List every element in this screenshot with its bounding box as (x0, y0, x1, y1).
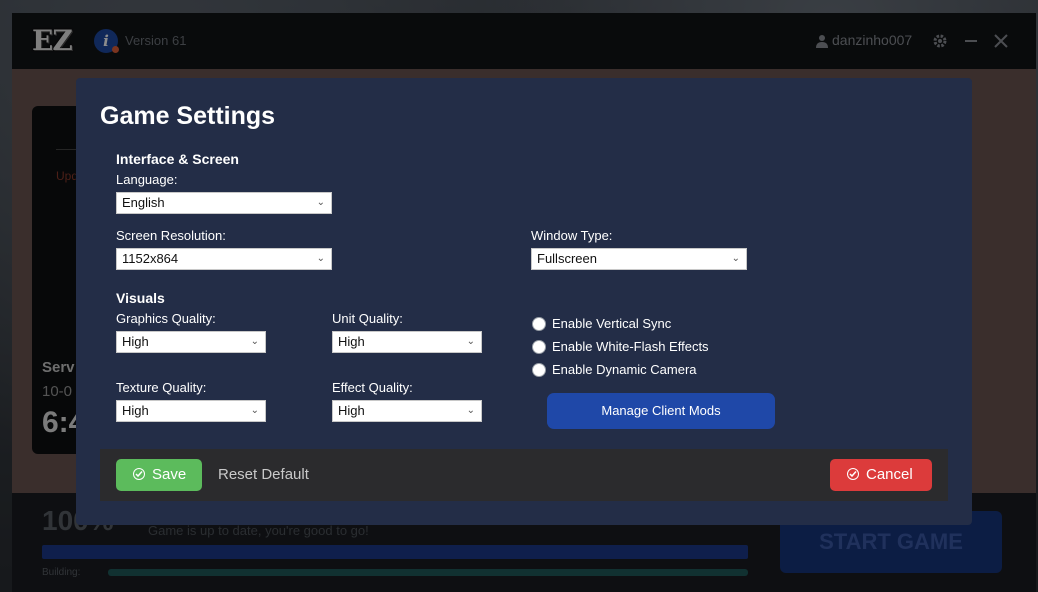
unit-quality-select[interactable]: High ⌄ (332, 331, 482, 353)
window-type-select[interactable]: Fullscreen ⌄ (531, 248, 747, 270)
chevron-down-icon: ⌄ (250, 405, 259, 416)
dynamic-camera-radio[interactable] (532, 363, 546, 377)
manage-client-mods-button[interactable]: Manage Client Mods (547, 393, 775, 429)
dialog-footer: Save Reset Default Cancel (100, 449, 948, 501)
graphics-quality-label: Graphics Quality: (116, 311, 216, 326)
effect-quality-label: Effect Quality: (332, 380, 413, 395)
resolution-select[interactable]: 1152x864 ⌄ (116, 248, 332, 270)
resolution-value: 1152x864 (122, 251, 179, 266)
dynamic-camera-label: Enable Dynamic Camera (552, 362, 697, 377)
chevron-down-icon: ⌄ (316, 197, 325, 208)
graphics-quality-select[interactable]: High ⌄ (116, 331, 266, 353)
chevron-down-icon: ⌄ (316, 253, 325, 264)
white-flash-radio[interactable] (532, 340, 546, 354)
language-label: Language: (116, 172, 178, 187)
effect-quality-value: High (338, 403, 365, 418)
save-label: Save (152, 466, 187, 483)
game-settings-dialog: Game Settings Interface & Screen Languag… (76, 78, 972, 525)
reset-default-button[interactable]: Reset Default (218, 466, 309, 483)
cancel-button[interactable]: Cancel (830, 459, 932, 491)
check-circle-icon (133, 468, 145, 480)
language-select[interactable]: English ⌄ (116, 192, 332, 214)
window-type-label: Window Type: (531, 228, 613, 243)
texture-quality-value: High (122, 403, 149, 418)
section-visuals: Visuals (116, 290, 165, 306)
cancel-label: Cancel (866, 466, 913, 483)
chevron-down-icon: ⌄ (250, 336, 259, 347)
chevron-down-icon: ⌄ (466, 336, 475, 347)
effect-quality-select[interactable]: High ⌄ (332, 400, 482, 422)
dialog-title: Game Settings (100, 102, 276, 130)
unit-quality-value: High (338, 334, 365, 349)
vertical-sync-radio[interactable] (532, 317, 546, 331)
save-button[interactable]: Save (116, 459, 202, 491)
resolution-label: Screen Resolution: (116, 228, 226, 243)
cancel-circle-icon (847, 468, 859, 480)
graphics-quality-value: High (122, 334, 149, 349)
texture-quality-select[interactable]: High ⌄ (116, 400, 266, 422)
language-value: English (122, 195, 165, 210)
texture-quality-label: Texture Quality: (116, 380, 207, 395)
chevron-down-icon: ⌄ (466, 405, 475, 416)
window-type-value: Fullscreen (537, 251, 597, 266)
vertical-sync-label: Enable Vertical Sync (552, 316, 672, 331)
chevron-down-icon: ⌄ (731, 253, 740, 264)
white-flash-label: Enable White-Flash Effects (552, 339, 709, 354)
section-interface: Interface & Screen (116, 151, 239, 167)
unit-quality-label: Unit Quality: (332, 311, 403, 326)
